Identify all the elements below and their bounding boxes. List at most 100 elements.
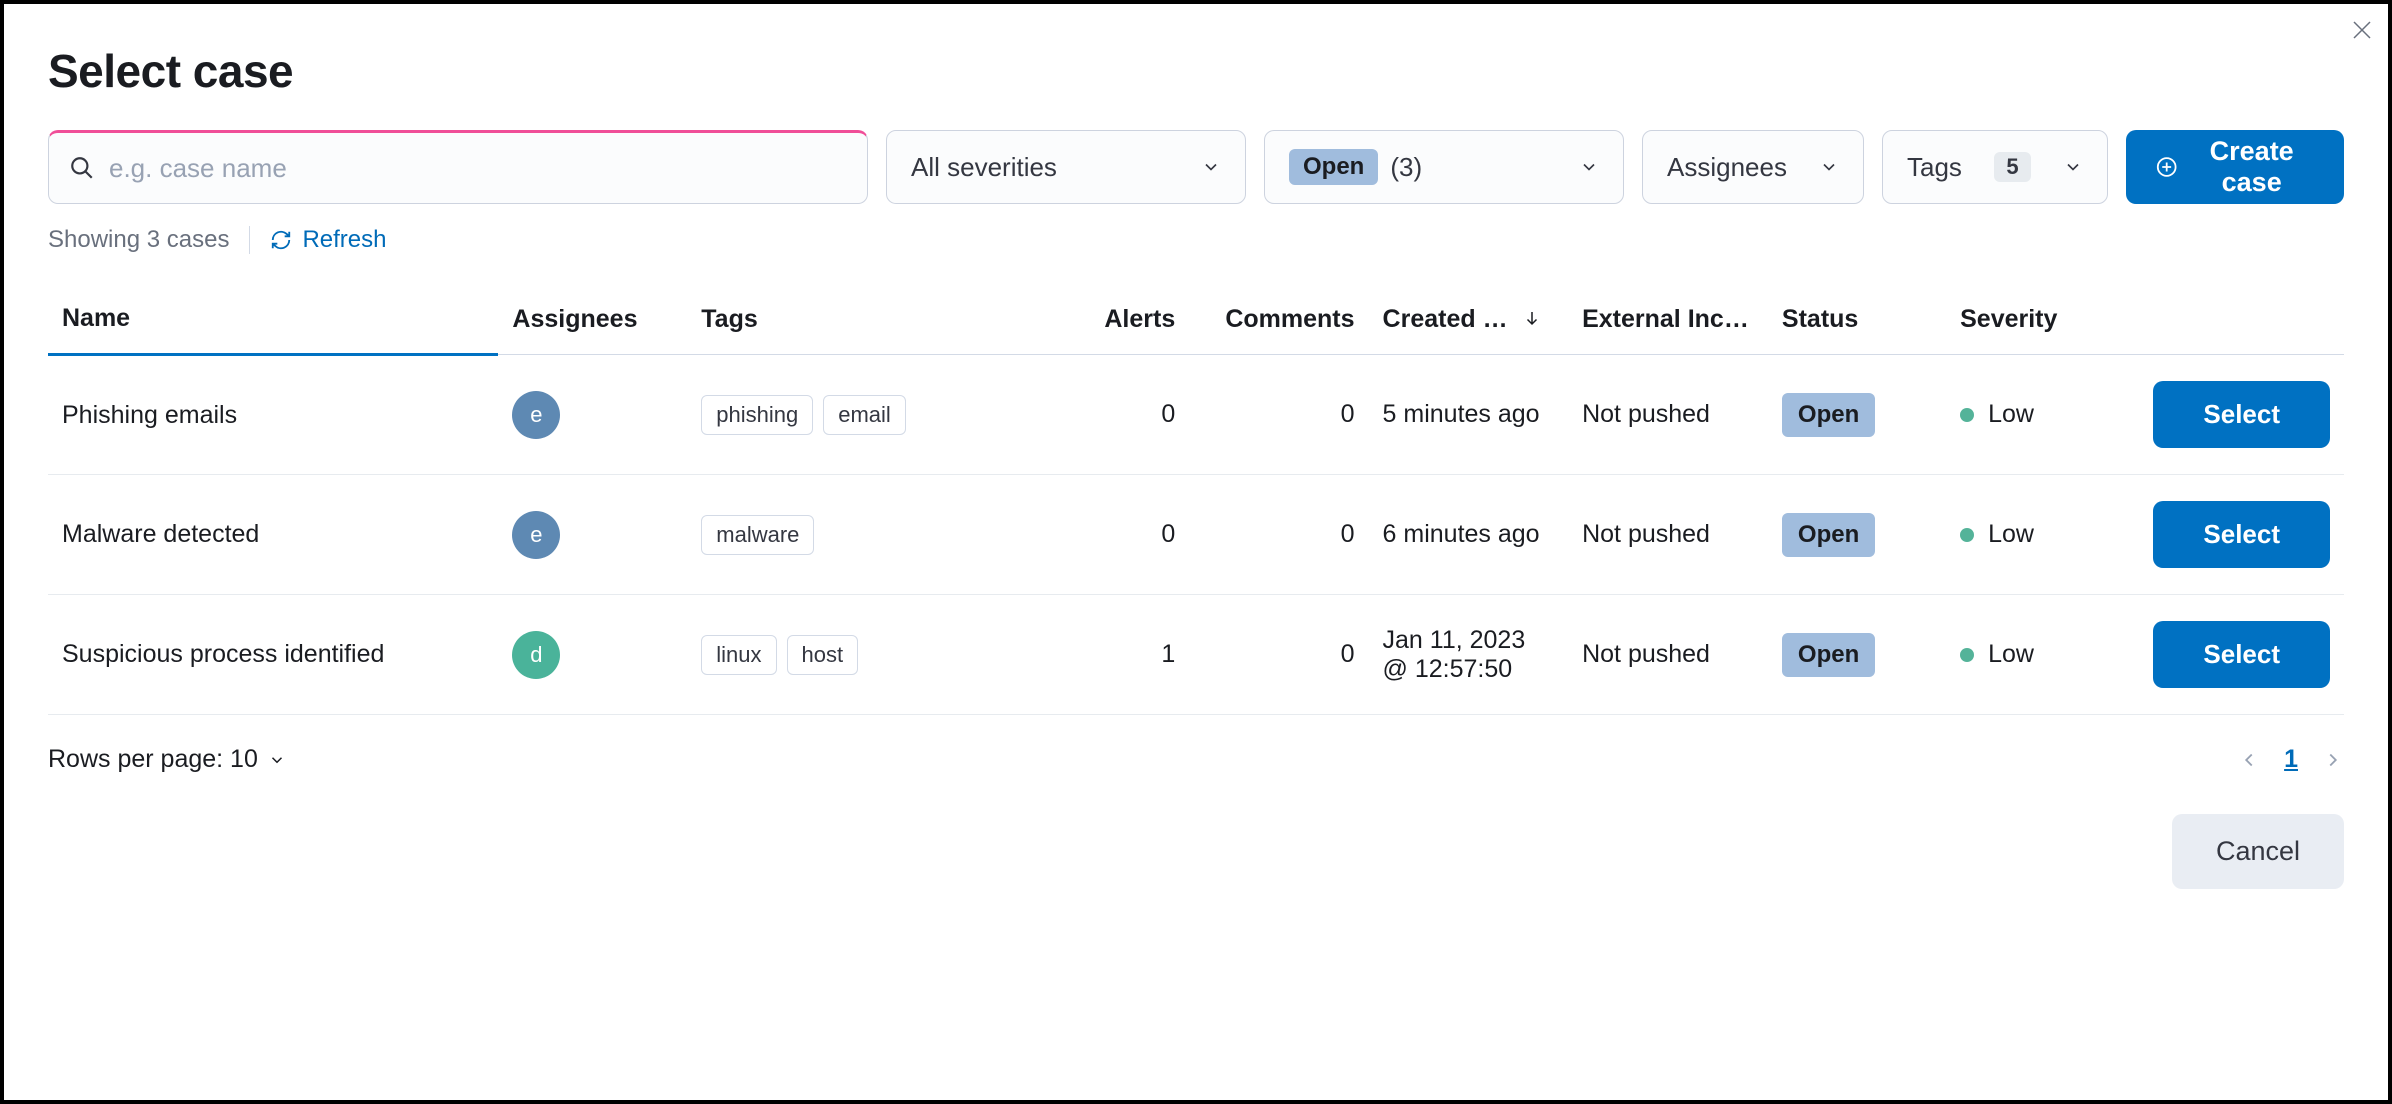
- search-input[interactable]: [109, 153, 847, 184]
- cell-name[interactable]: Phishing emails: [48, 355, 498, 475]
- tag: malware: [701, 515, 814, 555]
- cell-alerts: 0: [1060, 355, 1189, 475]
- severity-label: Low: [1988, 640, 2034, 669]
- cell-action: Select: [2115, 475, 2344, 595]
- chevron-down-icon: [1579, 157, 1599, 177]
- cell-tags: linux host: [687, 595, 1060, 715]
- rows-per-page[interactable]: Rows per page: 10: [48, 745, 286, 774]
- status-badge: Open: [1782, 513, 1875, 557]
- chevron-down-icon: [268, 751, 286, 769]
- tag: host: [787, 635, 859, 675]
- col-tags[interactable]: Tags: [687, 284, 1060, 355]
- col-external[interactable]: External Inc…: [1568, 284, 1768, 355]
- cell-assignees: d: [498, 595, 687, 715]
- avatar[interactable]: e: [512, 391, 560, 439]
- avatar[interactable]: d: [512, 631, 560, 679]
- page-prev-icon[interactable]: [2238, 749, 2260, 771]
- search-field[interactable]: [48, 130, 868, 204]
- status-badge: Open: [1782, 633, 1875, 677]
- table-row: Suspicious process identified d linux host 1…: [48, 595, 2344, 715]
- page-number[interactable]: 1: [2284, 745, 2298, 774]
- chevron-down-icon: [1201, 157, 1221, 177]
- cases-table: Name Assignees Tags Alerts Comments Crea…: [48, 284, 2344, 715]
- tags-label: Tags: [1907, 152, 1962, 183]
- cell-created: 5 minutes ago: [1369, 355, 1569, 475]
- filter-bar: All severities Open (3) Assignees Tags 5…: [48, 130, 2344, 204]
- select-button[interactable]: Select: [2153, 621, 2330, 688]
- cell-name[interactable]: Malware detected: [48, 475, 498, 595]
- cell-external: Not pushed: [1568, 595, 1768, 715]
- select-button[interactable]: Select: [2153, 501, 2330, 568]
- col-comments[interactable]: Comments: [1189, 284, 1368, 355]
- cell-assignees: e: [498, 355, 687, 475]
- col-severity[interactable]: Severity: [1946, 284, 2115, 355]
- results-meta: Showing 3 cases Refresh: [48, 226, 2344, 254]
- col-created[interactable]: Created …: [1369, 284, 1569, 355]
- cell-severity: Low: [1946, 595, 2115, 715]
- status-filter[interactable]: Open (3): [1264, 130, 1624, 204]
- search-icon: [69, 155, 95, 181]
- cell-created: 6 minutes ago: [1369, 475, 1569, 595]
- cell-action: Select: [2115, 355, 2344, 475]
- cell-severity: Low: [1946, 475, 2115, 595]
- cell-severity: Low: [1946, 355, 2115, 475]
- table-row: Malware detectedemalware006 minutes agoN…: [48, 475, 2344, 595]
- cell-alerts: 0: [1060, 475, 1189, 595]
- tag: phishing: [701, 395, 813, 435]
- col-alerts[interactable]: Alerts: [1060, 284, 1189, 355]
- table-row: Phishing emailsephishingemail005 minutes…: [48, 355, 2344, 475]
- status-badge: Open: [1289, 149, 1378, 185]
- close-icon[interactable]: [2350, 18, 2374, 47]
- showing-count: Showing 3 cases: [48, 226, 229, 254]
- col-name[interactable]: Name: [48, 284, 498, 355]
- severity-dot-icon: [1960, 648, 1974, 662]
- col-status[interactable]: Status: [1768, 284, 1946, 355]
- cell-assignees: e: [498, 475, 687, 595]
- cell-name[interactable]: Suspicious process identified: [48, 595, 498, 715]
- tag: linux: [701, 635, 776, 675]
- cell-alerts: 1: [1060, 595, 1189, 715]
- select-button[interactable]: Select: [2153, 381, 2330, 448]
- assignees-label: Assignees: [1667, 152, 1787, 183]
- chevron-down-icon: [2063, 157, 2083, 177]
- pagination: 1: [2238, 745, 2344, 774]
- assignees-filter[interactable]: Assignees: [1642, 130, 1864, 204]
- cell-comments: 0: [1189, 475, 1368, 595]
- create-case-label: Create case: [2189, 136, 2314, 198]
- cell-external: Not pushed: [1568, 475, 1768, 595]
- sort-down-icon: [1523, 309, 1541, 327]
- chevron-down-icon: [1819, 157, 1839, 177]
- severity-label: All severities: [911, 152, 1057, 183]
- cell-tags: phishingemail: [687, 355, 1060, 475]
- tags-filter[interactable]: Tags 5: [1882, 130, 2108, 204]
- divider: [249, 226, 250, 254]
- status-badge: Open: [1782, 393, 1875, 437]
- cell-comments: 0: [1189, 595, 1368, 715]
- create-case-button[interactable]: Create case: [2126, 130, 2344, 204]
- plus-circle-icon: [2156, 154, 2177, 180]
- cell-external: Not pushed: [1568, 355, 1768, 475]
- severity-filter[interactable]: All severities: [886, 130, 1246, 204]
- refresh-label: Refresh: [302, 226, 386, 254]
- cell-comments: 0: [1189, 355, 1368, 475]
- cancel-button[interactable]: Cancel: [2172, 814, 2344, 889]
- cell-action: Select: [2115, 595, 2344, 715]
- table-footer: Rows per page: 10 1: [48, 745, 2344, 774]
- avatar[interactable]: e: [512, 511, 560, 559]
- refresh-button[interactable]: Refresh: [270, 226, 386, 254]
- modal-title: Select case: [48, 44, 2344, 98]
- rows-per-page-label: Rows per page: 10: [48, 745, 258, 774]
- col-actions: [2115, 284, 2344, 355]
- cell-created: Jan 11, 2023 @ 12:57:50: [1369, 595, 1569, 715]
- cell-tags: malware: [687, 475, 1060, 595]
- tags-count: 5: [1994, 152, 2030, 182]
- severity-label: Low: [1988, 520, 2034, 549]
- status-count: (3): [1390, 152, 1422, 183]
- severity-dot-icon: [1960, 528, 1974, 542]
- severity-dot-icon: [1960, 408, 1974, 422]
- refresh-icon: [270, 229, 292, 251]
- page-next-icon[interactable]: [2322, 749, 2344, 771]
- cell-status: Open: [1768, 595, 1946, 715]
- tag: email: [823, 395, 906, 435]
- col-assignees[interactable]: Assignees: [498, 284, 687, 355]
